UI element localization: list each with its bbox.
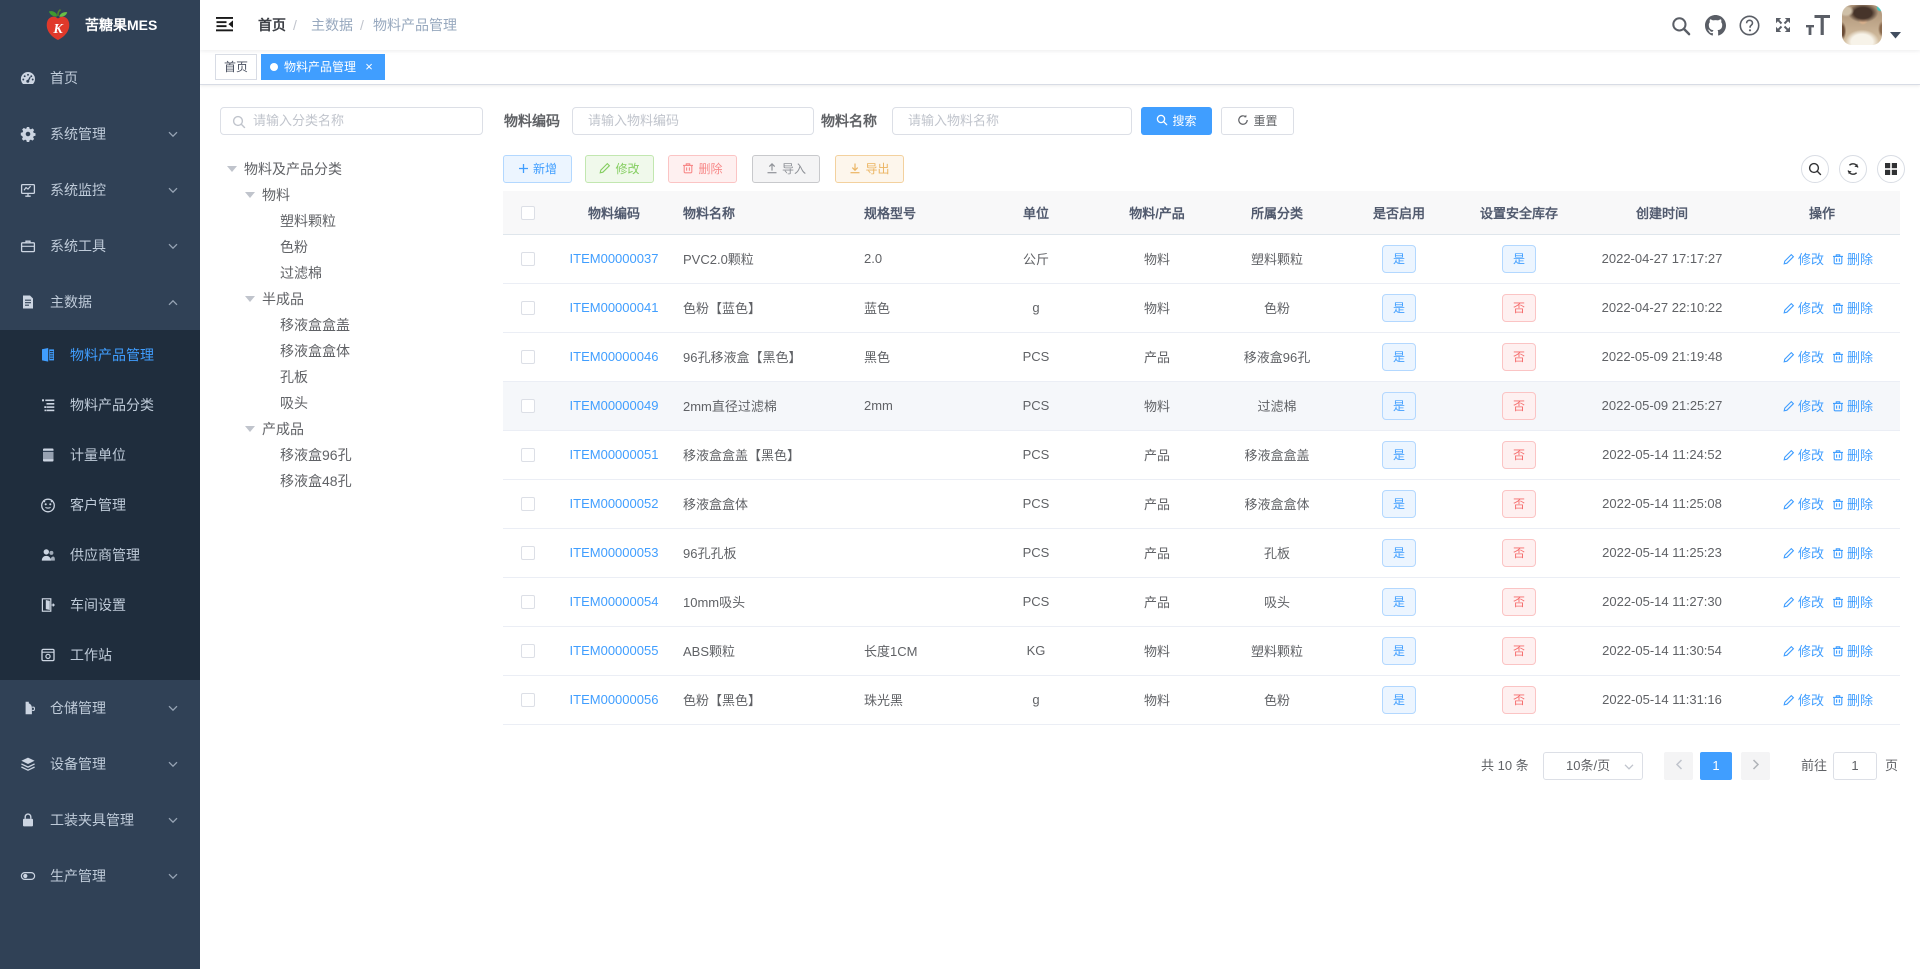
svg-text:K: K: [52, 22, 64, 37]
